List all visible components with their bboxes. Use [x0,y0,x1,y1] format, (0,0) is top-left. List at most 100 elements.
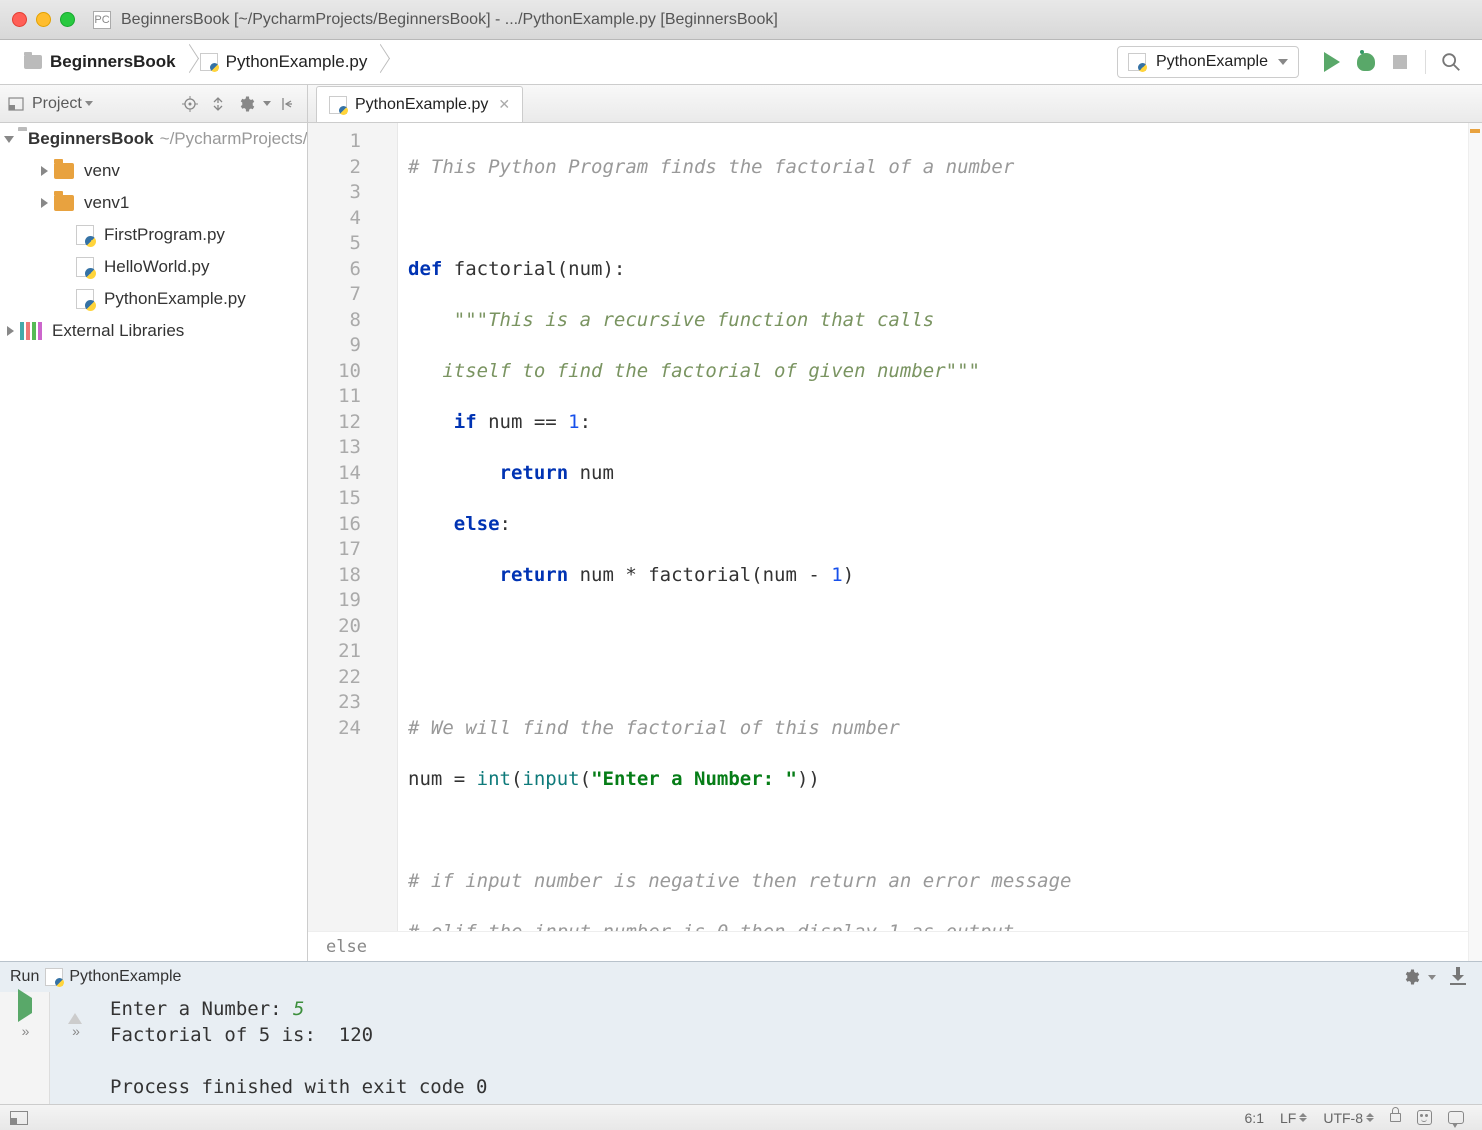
code-breadcrumb[interactable]: else [308,931,1482,961]
tree-root-path: ~/PycharmProjects/BeginnersBook [160,129,308,149]
tree-expand-icon[interactable] [4,326,16,336]
tree-expand-icon[interactable] [4,136,14,143]
run-body: » » Enter a Number: 5 Factorial of 5 is:… [0,992,1482,1104]
chat-icon [1448,1111,1464,1124]
python-file-icon [1128,53,1146,71]
face-icon [1417,1110,1432,1125]
line-separator[interactable]: LF [1280,1110,1307,1126]
run-configuration-selector[interactable]: PythonExample [1117,46,1299,78]
folder-icon [54,195,74,211]
console-output[interactable]: Enter a Number: 5 Factorial of 5 is: 120… [100,992,1482,1104]
run-settings-button[interactable] [1399,965,1423,989]
code-content[interactable]: # This Python Program finds the factoria… [398,123,1482,931]
window-controls [12,12,75,27]
editor-tab-pythonexample[interactable]: PythonExample.py ✕ [316,86,523,122]
download-icon [1450,969,1466,985]
play-icon [1324,52,1340,72]
tree-folder-venv[interactable]: venv [0,155,307,187]
project-tool-label[interactable]: Project [32,95,82,113]
console-line: Enter a Number: [110,998,293,1020]
settings-button[interactable] [234,92,258,116]
tree-item-label: venv1 [84,193,129,213]
folder-icon [54,163,74,179]
tree-expand-icon[interactable] [38,166,50,176]
tree-item-label: HelloWorld.py [104,257,210,277]
tree-expand-icon[interactable] [38,198,50,208]
expand-button[interactable]: » [72,1023,78,1039]
project-tool-header: Project [0,85,308,122]
ide-feedback-button[interactable] [1417,1110,1432,1125]
search-everywhere-button[interactable] [1437,48,1465,76]
stop-button[interactable] [1386,48,1414,76]
tree-item-label: venv [84,161,120,181]
tool-window-bar: Project PythonExample.py ✕ [0,85,1482,123]
hide-tool-window-button[interactable] [273,92,297,116]
code-breadcrumb-label: else [326,937,367,957]
export-button[interactable] [1446,965,1470,989]
tree-folder-venv1[interactable]: venv1 [0,187,307,219]
console-line: Factorial of 5 is: 120 [110,1024,373,1046]
lock-icon [1390,1113,1401,1122]
title-bar: PC BeginnersBook [~/PycharmProjects/Begi… [0,0,1482,40]
file-encoding[interactable]: UTF-8 [1323,1110,1374,1126]
collapse-all-button[interactable] [206,92,230,116]
breadcrumb-file[interactable]: PythonExample.py [190,44,382,80]
rerun-button[interactable] [18,998,32,1013]
project-icon [8,95,26,113]
minimize-window-button[interactable] [36,12,51,27]
run-side-toolbar-left: » [0,992,50,1104]
run-button[interactable] [1318,48,1346,76]
search-icon [1440,51,1462,73]
tree-file-pythonexample[interactable]: PythonExample.py [0,283,307,315]
code-editor[interactable]: 123456789101112131415161718192021222324 … [308,123,1482,931]
editor-tab-label: PythonExample.py [355,96,488,114]
line-number-gutter[interactable]: 123456789101112131415161718192021222324 [308,123,398,931]
expand-button[interactable]: » [22,1023,28,1039]
close-tab-button[interactable]: ✕ [498,96,510,113]
breadcrumb-project[interactable]: BeginnersBook [14,44,190,80]
run-tool-window: Run PythonExample » » Enter a Number: 5 … [0,961,1482,1104]
app-icon: PC [93,11,111,29]
status-bar: 6:1 LF UTF-8 [0,1104,1482,1130]
run-header: Run PythonExample [0,962,1482,992]
maximize-window-button[interactable] [60,12,75,27]
cursor-position[interactable]: 6:1 [1245,1110,1264,1126]
tree-root[interactable]: BeginnersBook ~/PycharmProjects/Beginner… [0,123,307,155]
library-icon [20,322,42,340]
breadcrumb-project-label: BeginnersBook [50,52,176,72]
close-window-button[interactable] [12,12,27,27]
scroll-to-source-button[interactable] [178,92,202,116]
folder-icon [24,55,42,69]
python-file-icon [76,257,94,277]
chevron-down-icon [1428,975,1436,980]
python-file-icon [45,968,63,986]
main-content: BeginnersBook ~/PycharmProjects/Beginner… [0,123,1482,961]
console-line: Process finished with exit code 0 [110,1076,488,1098]
tool-windows-button[interactable] [10,1111,28,1125]
stop-icon [1393,55,1407,69]
tree-root-label: BeginnersBook [28,129,154,149]
editor: 123456789101112131415161718192021222324 … [308,123,1482,961]
read-only-toggle[interactable] [1390,1113,1401,1122]
chevron-down-icon [1278,59,1288,65]
tree-file-helloworld[interactable]: HelloWorld.py [0,251,307,283]
project-tree[interactable]: BeginnersBook ~/PycharmProjects/Beginner… [0,123,308,961]
python-file-icon [76,225,94,245]
chevron-down-icon [85,101,93,106]
run-side-toolbar-right: » [50,992,100,1104]
warning-marker[interactable] [1470,129,1480,133]
run-header-title: PythonExample [69,968,181,986]
play-icon [18,989,32,1022]
separator [1425,50,1426,74]
tree-external-libraries[interactable]: External Libraries [0,315,307,347]
scroll-up-button[interactable] [68,998,82,1013]
breadcrumb-file-label: PythonExample.py [226,52,368,72]
debug-button[interactable] [1352,48,1380,76]
python-file-icon [76,289,94,309]
run-configuration-label: PythonExample [1156,53,1268,71]
tree-item-label: PythonExample.py [104,289,246,309]
tree-file-firstprogram[interactable]: FirstProgram.py [0,219,307,251]
notifications-button[interactable] [1448,1111,1464,1124]
error-stripe[interactable] [1468,123,1482,961]
window-title: BeginnersBook [~/PycharmProjects/Beginne… [121,11,778,29]
